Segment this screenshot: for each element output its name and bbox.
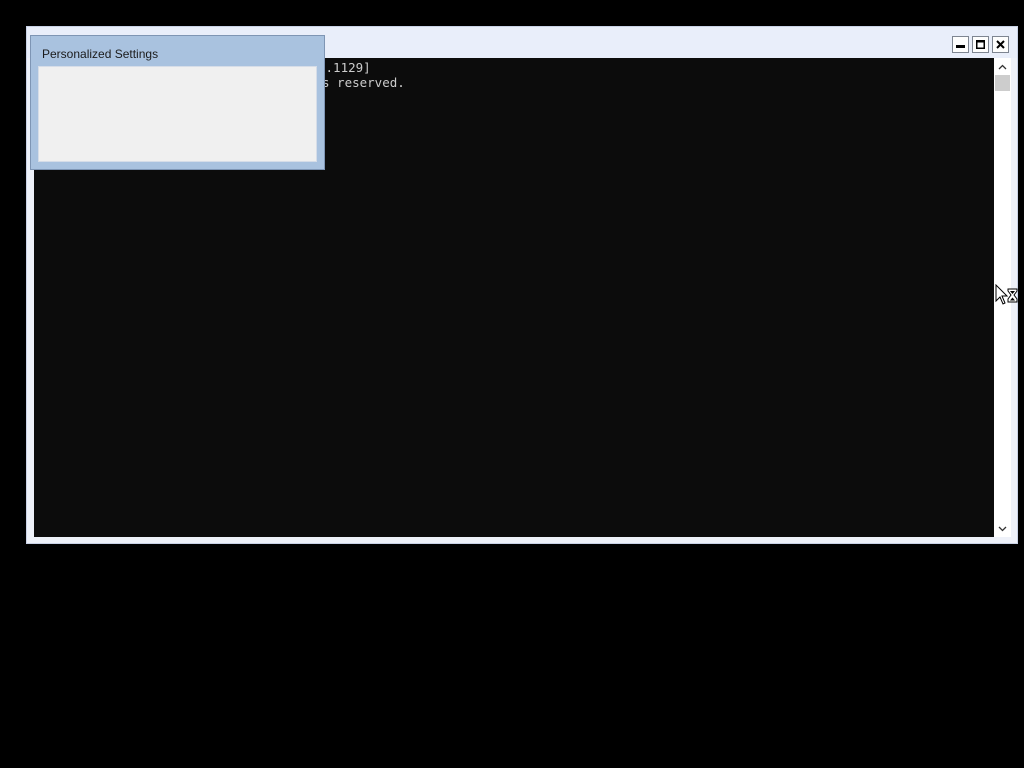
chevron-up-icon [998,64,1007,69]
maximize-icon [976,40,985,49]
personalized-settings-window: Personalized Settings [30,35,325,170]
chevron-down-icon [998,526,1007,531]
console-line: s reserved. [322,75,405,90]
minimize-button[interactable] [952,36,969,53]
busy-cursor-icon [995,284,1018,305]
desktop: 9.1129] s reserved. Personalized Setting… [0,0,1024,768]
minimize-icon [956,45,965,48]
window-title: Personalized Settings [42,47,159,61]
maximize-button[interactable] [972,36,989,53]
scroll-up-button[interactable] [994,58,1011,75]
close-button[interactable] [992,36,1009,53]
scroll-thumb[interactable] [995,75,1010,91]
settings-content-area [38,66,317,162]
console-line: 9.1129] [318,60,371,75]
scroll-down-button[interactable] [994,520,1011,537]
close-icon [996,40,1005,49]
window-controls [952,36,1009,53]
